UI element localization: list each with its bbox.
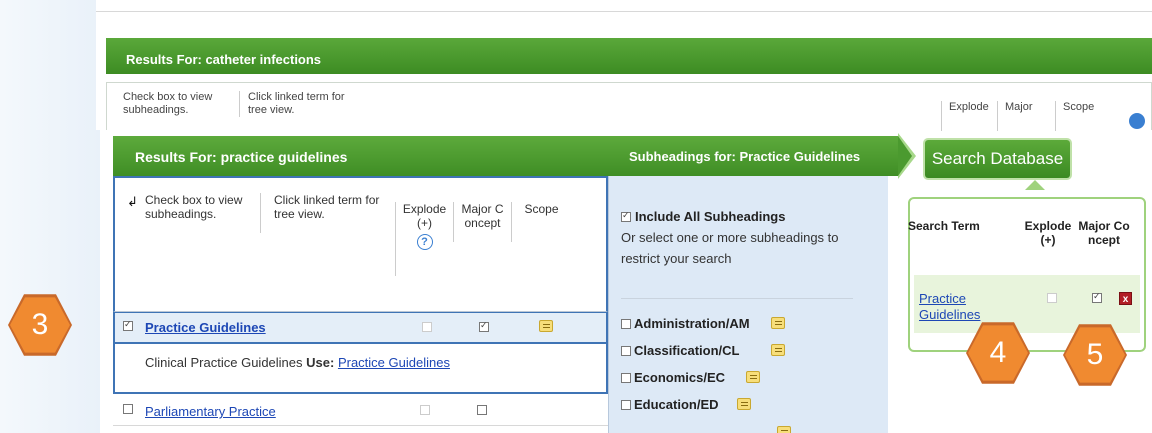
subheadings-header: Subheadings for: Practice Guidelines [613,136,898,176]
help-icon[interactable]: ? [416,234,433,250]
bg-col-scope: Scope [1055,101,1094,131]
search-box-pointer [1025,180,1045,190]
bg-hint-check: Check box to view subheadings. [123,91,213,116]
scope-note-icon[interactable] [771,317,785,329]
subheading-checkbox[interactable] [621,373,631,383]
scope-note-icon[interactable] [539,320,553,332]
bg-top-divider [96,0,1152,12]
main-screenshot: Results For: practice guidelines Subhead… [113,133,1152,433]
delete-icon[interactable]: x [1119,292,1132,305]
bg-col-major: Major [997,101,1033,131]
subheading-checkbox[interactable] [621,346,631,356]
include-all-label: Include All Subheadings [635,209,786,224]
col-search-term: Search Term [908,219,980,233]
results-column-header: ↲ Check box to view subheadings. Click l… [113,176,608,312]
scope-note-icon[interactable] [737,398,751,410]
bg-results-header: Results For: catheter infections [106,38,1152,74]
subheading-checkbox[interactable] [621,400,631,410]
subheading-item: Economics/EC [634,370,726,385]
subheading-item: Administration/AM [634,316,750,331]
explode-checkbox[interactable] [420,405,430,415]
hint-check-box: Check box to view subheadings. [145,193,243,221]
bg-hint-link: Click linked term for tree view. [239,91,349,117]
table-row-selected[interactable]: Practice Guidelines [113,312,608,344]
col-scope: Scope [511,202,571,242]
bg-help-icon[interactable] [1129,113,1145,129]
subheading-item: Education/ED [634,397,719,412]
col-explode: Explode (+) ? [395,202,453,276]
major-concept-checkbox[interactable] [1092,291,1102,303]
table-row-use: Clinical Practice Guidelines Use: Practi… [113,344,608,394]
header-arrow [898,136,912,176]
subheading-instructions: Or select one or more subheadings to res… [621,230,839,266]
use-link-practice-guidelines[interactable]: Practice Guidelines [338,355,450,370]
subheadings-divider [621,298,853,299]
subheading-item: Classification/CL [634,343,740,358]
col-major-concept: Major C oncept [453,202,511,242]
major-concept-checkbox[interactable] [479,320,489,332]
bg-col-explode: Explode [941,101,989,131]
subheadings-panel: Include All Subheadings Or select one or… [608,176,888,433]
col-major-concept: Major Co ncept [1078,219,1130,247]
use-label: Use: [306,355,335,370]
major-concept-checkbox[interactable] [477,405,487,415]
term-link-parliamentary-practice[interactable]: Parliamentary Practice [145,404,276,419]
hint-linked-term: Click linked term for tree view. [260,193,380,233]
include-all-block: Include All Subheadings Or select one or… [621,206,861,269]
col-explode-label: Explode (+) [402,202,447,230]
subheading-checkbox[interactable] [621,319,631,329]
background-screenshot: Results For: catheter infections Check b… [96,0,1152,131]
search-term-link[interactable]: Practice Guidelines [919,291,987,323]
explode-checkbox[interactable] [422,322,432,332]
search-database-button[interactable]: Search Database [925,140,1070,178]
table-row[interactable]: Parliamentary Practice [113,396,608,426]
term-link-practice-guidelines[interactable]: Practice Guidelines [145,320,266,335]
explode-checkbox[interactable] [1047,293,1057,303]
scope-note-icon[interactable] [746,371,760,383]
bg-column-header-row: Check box to view subheadings. Click lin… [106,82,1152,131]
col-explode: Explode (+) [1024,219,1072,247]
use-term-text: Clinical Practice Guidelines [145,355,303,370]
return-arrow-icon: ↲ [127,194,138,209]
scope-note-icon[interactable] [771,344,785,356]
subheadings-checkbox[interactable] [123,404,133,414]
results-header: Results For: practice guidelines [113,136,613,176]
scope-note-icon[interactable] [777,426,791,433]
subheadings-checkbox[interactable] [123,319,133,331]
